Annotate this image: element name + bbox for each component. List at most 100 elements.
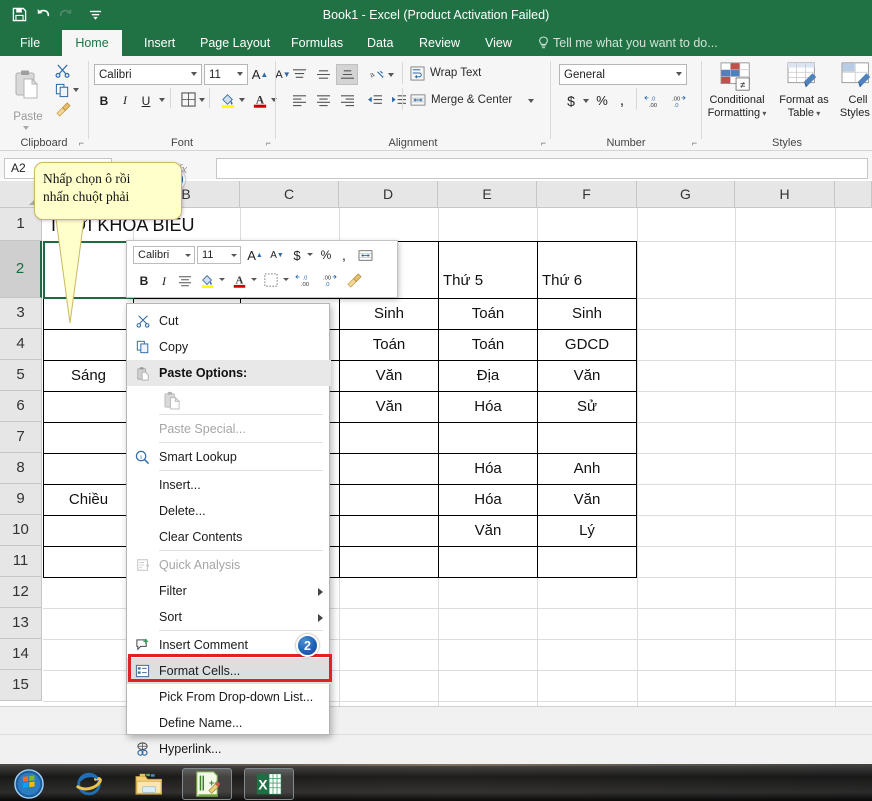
tab-formulas[interactable]: Formulas	[281, 30, 348, 56]
row-header-10[interactable]: 10	[0, 515, 42, 546]
orientation-dropdown-caret[interactable]	[388, 73, 394, 77]
cell-A9[interactable]: Chiều	[44, 484, 133, 515]
cell-F2[interactable]: Thứ 6	[538, 263, 636, 297]
cell-F3[interactable]: Sinh	[538, 298, 636, 329]
row-header-14[interactable]: 14	[0, 639, 42, 670]
copy-button[interactable]	[52, 81, 72, 99]
number-format-combo[interactable]: General	[559, 64, 687, 85]
internet-explorer-icon[interactable]	[64, 768, 114, 800]
context-menu-item-smart-lookup[interactable]: i Smart Lookup	[127, 444, 331, 470]
percent-format-button[interactable]: %	[593, 90, 611, 111]
cut-button[interactable]	[52, 61, 72, 79]
mini-borders-button[interactable]	[261, 270, 281, 290]
row-header-12[interactable]: 12	[0, 577, 42, 608]
align-middle-button[interactable]	[312, 64, 334, 85]
increase-indent-button[interactable]	[388, 90, 410, 111]
mini-increase-decimal-button[interactable]: .0.00	[293, 270, 315, 290]
cell-E3[interactable]: Toán	[439, 298, 537, 329]
cell-F4[interactable]: GDCD	[538, 329, 636, 360]
increase-decimal-button[interactable]: .0.00	[643, 90, 663, 111]
format-painter-button[interactable]	[52, 100, 74, 118]
cell-E2[interactable]: Thứ 5	[439, 263, 536, 297]
wrap-text-button[interactable]: Wrap Text	[410, 63, 481, 83]
row-header-9[interactable]: 9	[0, 484, 42, 515]
font-size-combo[interactable]: 11	[204, 64, 248, 85]
context-menu-item-copy[interactable]: Copy	[127, 334, 331, 360]
borders-dropdown-caret[interactable]	[199, 98, 205, 102]
mini-fill-color-button[interactable]	[197, 270, 217, 290]
mini-currency-caret[interactable]	[307, 253, 313, 256]
cell-D6[interactable]: Văn	[340, 391, 438, 422]
cell-E4[interactable]: Toán	[439, 329, 537, 360]
underline-dropdown-caret[interactable]	[159, 98, 165, 102]
alignment-dialog-launcher[interactable]: ⌐	[541, 138, 546, 148]
tab-data[interactable]: Data	[357, 30, 397, 56]
row-header-8[interactable]: 8	[0, 453, 42, 484]
row-header-2[interactable]: 2	[0, 241, 42, 298]
cell-D4[interactable]: Toán	[340, 329, 438, 360]
cell-E6[interactable]: Hóa	[439, 391, 537, 422]
align-left-button[interactable]	[288, 90, 310, 111]
bold-button[interactable]: B	[94, 90, 114, 111]
accounting-format-button[interactable]: $	[563, 90, 579, 111]
font-dialog-launcher[interactable]: ⌐	[266, 138, 271, 148]
mini-merge-center-button[interactable]	[355, 245, 375, 265]
row-header-11[interactable]: 11	[0, 546, 42, 577]
row-header-15[interactable]: 15	[0, 670, 42, 701]
row-header-5[interactable]: 5	[0, 360, 42, 391]
excel-icon[interactable]: X	[244, 768, 294, 800]
orientation-button[interactable]: a	[366, 64, 388, 85]
cell-D5[interactable]: Văn	[340, 360, 438, 391]
cell-F5[interactable]: Văn	[538, 360, 636, 391]
cell-E8[interactable]: Hóa	[439, 453, 537, 484]
mini-font-color-button[interactable]: A	[229, 270, 249, 290]
mini-currency-button[interactable]: $	[289, 245, 305, 265]
cell-E5[interactable]: Địa	[439, 360, 537, 391]
tab-insert[interactable]: Insert	[134, 30, 182, 56]
mini-italic-button[interactable]: I	[155, 271, 173, 291]
mini-format-painter-button[interactable]	[343, 270, 365, 290]
tab-home[interactable]: Home	[62, 30, 122, 56]
copy-dropdown-caret[interactable]	[73, 88, 79, 92]
file-explorer-icon[interactable]	[124, 768, 174, 800]
column-header-I[interactable]	[835, 181, 872, 208]
context-menu-item-hyperlink[interactable]: Hyperlink...	[127, 736, 331, 762]
tab-file[interactable]: File	[10, 30, 48, 56]
comma-format-button[interactable]: ,	[615, 90, 629, 111]
context-menu-item-cut[interactable]: Cut	[127, 308, 331, 334]
tab-view[interactable]: View	[475, 30, 517, 56]
tab-review[interactable]: Review	[409, 30, 462, 56]
tell-me-search[interactable]: Tell me what you want to do...	[538, 30, 718, 56]
accounting-dropdown-caret[interactable]	[583, 99, 589, 103]
mini-font-size-combo[interactable]: 11	[197, 246, 241, 264]
mini-grow-font-button[interactable]: A ▲	[245, 245, 265, 265]
taskbar[interactable]: ++ X	[0, 766, 872, 801]
italic-button[interactable]: I	[115, 90, 135, 111]
cell-F8[interactable]: Anh	[538, 453, 636, 484]
align-center-button[interactable]	[312, 90, 334, 111]
column-header-E[interactable]: E	[438, 181, 537, 208]
context-menu-item-define-name[interactable]: Define Name...	[127, 710, 331, 736]
notepad-plus-plus-icon[interactable]: ++	[182, 768, 232, 800]
mini-fill-color-caret[interactable]	[219, 278, 225, 281]
mini-font-name-combo[interactable]: Calibri	[133, 246, 195, 264]
align-bottom-button[interactable]	[336, 64, 358, 85]
merge-center-button[interactable]: Merge & Center	[410, 90, 512, 110]
mini-formatting-toolbar[interactable]: Calibri 11 A ▲ A ▼ $ % , B I A .0 .00 .0…	[126, 240, 398, 298]
cell-F9[interactable]: Văn	[538, 484, 636, 515]
increase-font-size-button[interactable]: A ▲	[249, 64, 271, 85]
column-header-F[interactable]: F	[537, 181, 637, 208]
fill-color-dropdown-caret[interactable]	[239, 98, 245, 102]
font-color-button[interactable]: A	[249, 89, 271, 110]
decrease-decimal-button[interactable]: .00.0	[667, 90, 687, 111]
cell-F6[interactable]: Sử	[538, 391, 636, 422]
decrease-indent-button[interactable]	[364, 90, 386, 111]
row-header-3[interactable]: 3	[0, 298, 42, 329]
align-right-button[interactable]	[336, 90, 358, 111]
cell-D3[interactable]: Sinh	[340, 298, 438, 329]
context-menu-item-filter[interactable]: Filter	[127, 578, 331, 604]
cell-A5[interactable]: Sáng	[44, 360, 133, 391]
format-as-table-button[interactable]	[778, 60, 830, 94]
context-menu-item-sort[interactable]: Sort	[127, 604, 331, 630]
row-header-13[interactable]: 13	[0, 608, 42, 639]
